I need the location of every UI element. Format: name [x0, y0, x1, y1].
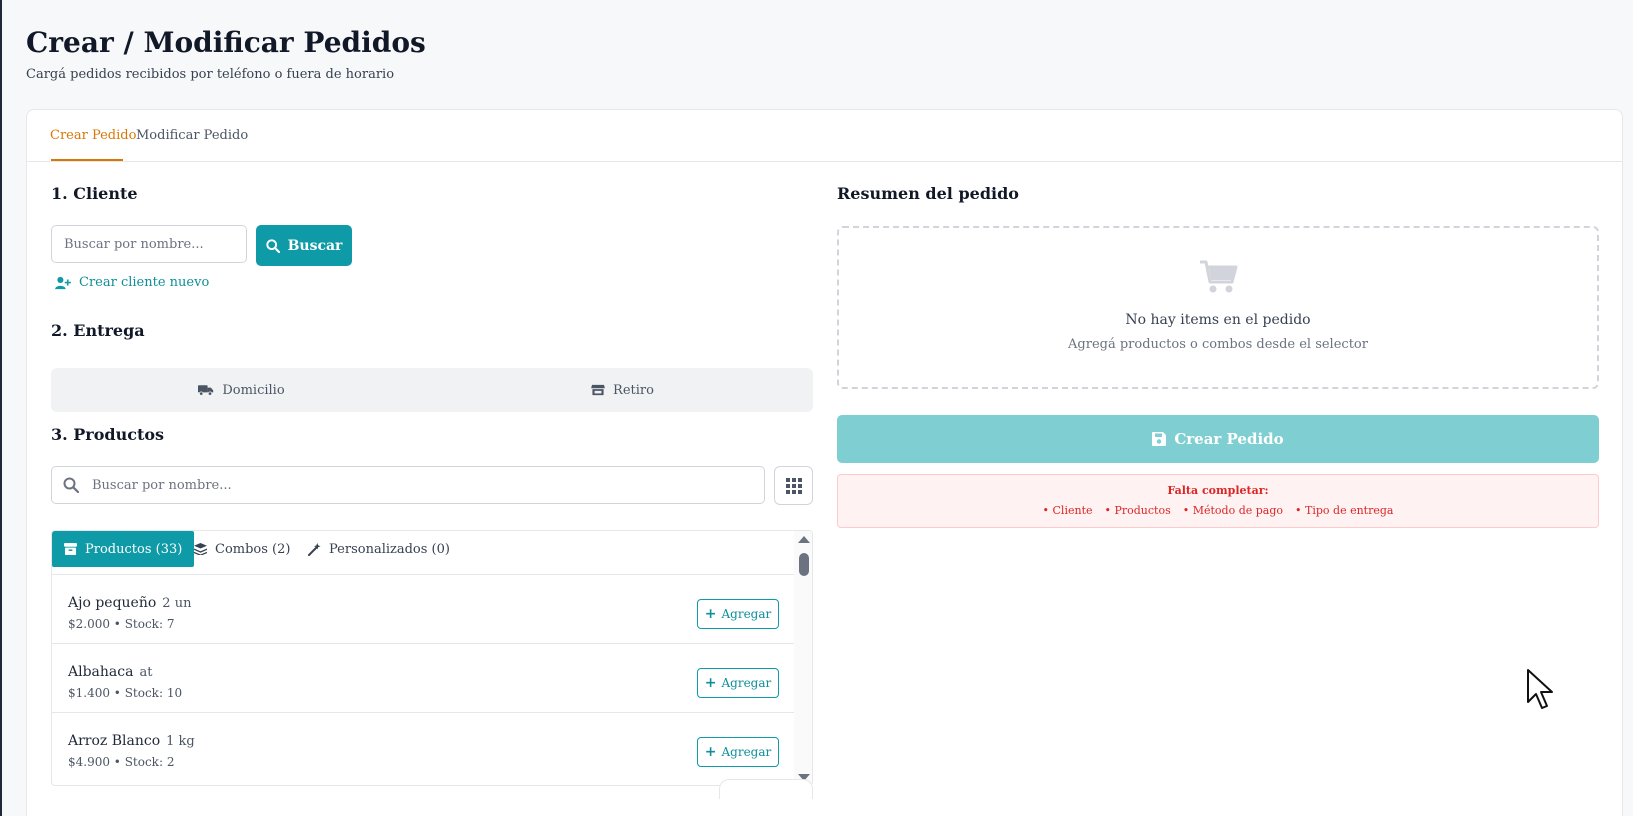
- missing-fields-alert: Falta completar: • Cliente • Productos •…: [837, 474, 1599, 528]
- plus-icon: +: [704, 744, 717, 760]
- product-name: Arroz Blanco 1 kg: [68, 733, 195, 749]
- page-subtitle: Cargá pedidos recibidos por teléfono o f…: [26, 67, 395, 82]
- grid-view-button[interactable]: [774, 466, 813, 505]
- delivery-type-selector: Domicilio Retiro: [51, 368, 813, 412]
- product-search-input[interactable]: [51, 466, 765, 504]
- tab-personalizados-label: Personalizados (0): [329, 541, 450, 557]
- layers-icon: [194, 543, 207, 555]
- tab-modificar-pedido[interactable]: Modificar Pedido: [136, 128, 248, 143]
- empty-order-title: No hay items en el pedido: [1125, 312, 1311, 328]
- product-price-stock: $1.400 • Stock: 10: [68, 686, 183, 700]
- order-tabs: Crear Pedido Modificar Pedido: [27, 110, 1622, 162]
- product-row: Arroz Blanco 1 kg $4.900 • Stock: 2 + Agre…: [52, 713, 794, 782]
- entrega-section-title: 2. Entrega: [51, 321, 145, 340]
- product-unit: at: [139, 665, 153, 680]
- missing-fields-list: • Cliente • Productos • Método de pago •…: [838, 504, 1598, 517]
- page-title: Crear / Modificar Pedidos: [26, 26, 426, 59]
- tab-combos-label: Combos (2): [215, 541, 291, 557]
- missing-field: • Cliente: [1042, 504, 1093, 517]
- cliente-search-button[interactable]: Buscar: [256, 225, 352, 266]
- tab-crear-pedido[interactable]: Crear Pedido: [50, 128, 136, 143]
- truck-icon: [198, 385, 214, 396]
- delivery-option-retiro[interactable]: Retiro: [432, 368, 813, 412]
- create-client-link[interactable]: Crear cliente nuevo: [55, 275, 209, 290]
- tab-personalizados[interactable]: Personalizados (0): [296, 531, 462, 567]
- delivery-option-label: Domicilio: [222, 382, 285, 398]
- delivery-option-label: Retiro: [613, 382, 654, 398]
- create-order-button[interactable]: Crear Pedido: [837, 415, 1599, 463]
- product-name: Albahaca at: [68, 664, 153, 680]
- window-left-edge: [0, 0, 2, 816]
- product-search-wrapper: [51, 466, 765, 504]
- order-summary-empty: No hay items en el pedido Agregá product…: [837, 226, 1599, 389]
- missing-field: • Productos: [1104, 504, 1171, 517]
- product-category-tabs: Productos (33) Combos (2) Personalizados…: [52, 531, 794, 575]
- productos-section-title: 3. Productos: [51, 425, 165, 444]
- product-list-panel: Productos (33) Combos (2) Personalizados…: [51, 530, 813, 786]
- create-client-link-label: Crear cliente nuevo: [79, 275, 210, 290]
- save-icon: [1152, 432, 1167, 446]
- add-product-button[interactable]: + Agregar: [697, 737, 779, 767]
- order-card: Crear Pedido Modificar Pedido 1. Cliente…: [26, 109, 1623, 816]
- cliente-section-title: 1. Cliente: [51, 184, 138, 203]
- resumen-section-title: Resumen del pedido: [837, 184, 1019, 203]
- product-name: Ajo pequeño 2 un: [68, 595, 192, 611]
- tab-productos[interactable]: Productos (33): [52, 531, 195, 567]
- search-icon: [265, 238, 280, 253]
- product-row: Ajo pequeño 2 un $2.000 • Stock: 7 + Agreg…: [52, 575, 794, 644]
- cliente-search-input[interactable]: [51, 225, 247, 263]
- scrollbar-thumb[interactable]: [799, 553, 809, 576]
- product-price-stock: $2.000 • Stock: 7: [68, 617, 175, 631]
- missing-fields-title: Falta completar:: [1167, 484, 1269, 497]
- plus-icon: +: [704, 675, 717, 691]
- mouse-cursor-icon: [1527, 669, 1553, 709]
- add-product-button[interactable]: + Agregar: [697, 599, 779, 629]
- cart-icon: [1200, 260, 1238, 293]
- user-plus-icon: [55, 276, 71, 289]
- scroll-up-arrow-icon[interactable]: [798, 536, 810, 543]
- product-unit: 1 kg: [166, 734, 195, 749]
- grid-icon: [785, 477, 802, 494]
- delivery-option-domicilio[interactable]: Domicilio: [51, 368, 432, 412]
- missing-field: • Tipo de entrega: [1295, 504, 1394, 517]
- create-order-button-label: Crear Pedido: [1174, 430, 1284, 448]
- search-icon: [63, 477, 79, 493]
- product-price-stock: $4.900 • Stock: 2: [68, 755, 175, 769]
- product-row: Albahaca at $1.400 • Stock: 10 + Agregar: [52, 644, 794, 713]
- plus-icon: +: [704, 606, 717, 622]
- wand-icon: [308, 542, 321, 556]
- add-product-button[interactable]: + Agregar: [697, 668, 779, 698]
- tab-productos-label: Productos (33): [85, 541, 183, 557]
- product-unit: 2 un: [162, 596, 192, 611]
- pagination-control[interactable]: [719, 779, 813, 799]
- tab-combos[interactable]: Combos (2): [182, 531, 302, 567]
- store-icon: [591, 384, 605, 396]
- empty-order-subtitle: Agregá productos o combos desde el selec…: [1068, 337, 1368, 352]
- missing-field: • Método de pago: [1182, 504, 1284, 517]
- product-list-scrollbar[interactable]: [794, 531, 812, 785]
- box-icon: [64, 543, 77, 555]
- active-tab-indicator: [51, 159, 123, 161]
- cliente-search-button-label: Buscar: [287, 237, 343, 254]
